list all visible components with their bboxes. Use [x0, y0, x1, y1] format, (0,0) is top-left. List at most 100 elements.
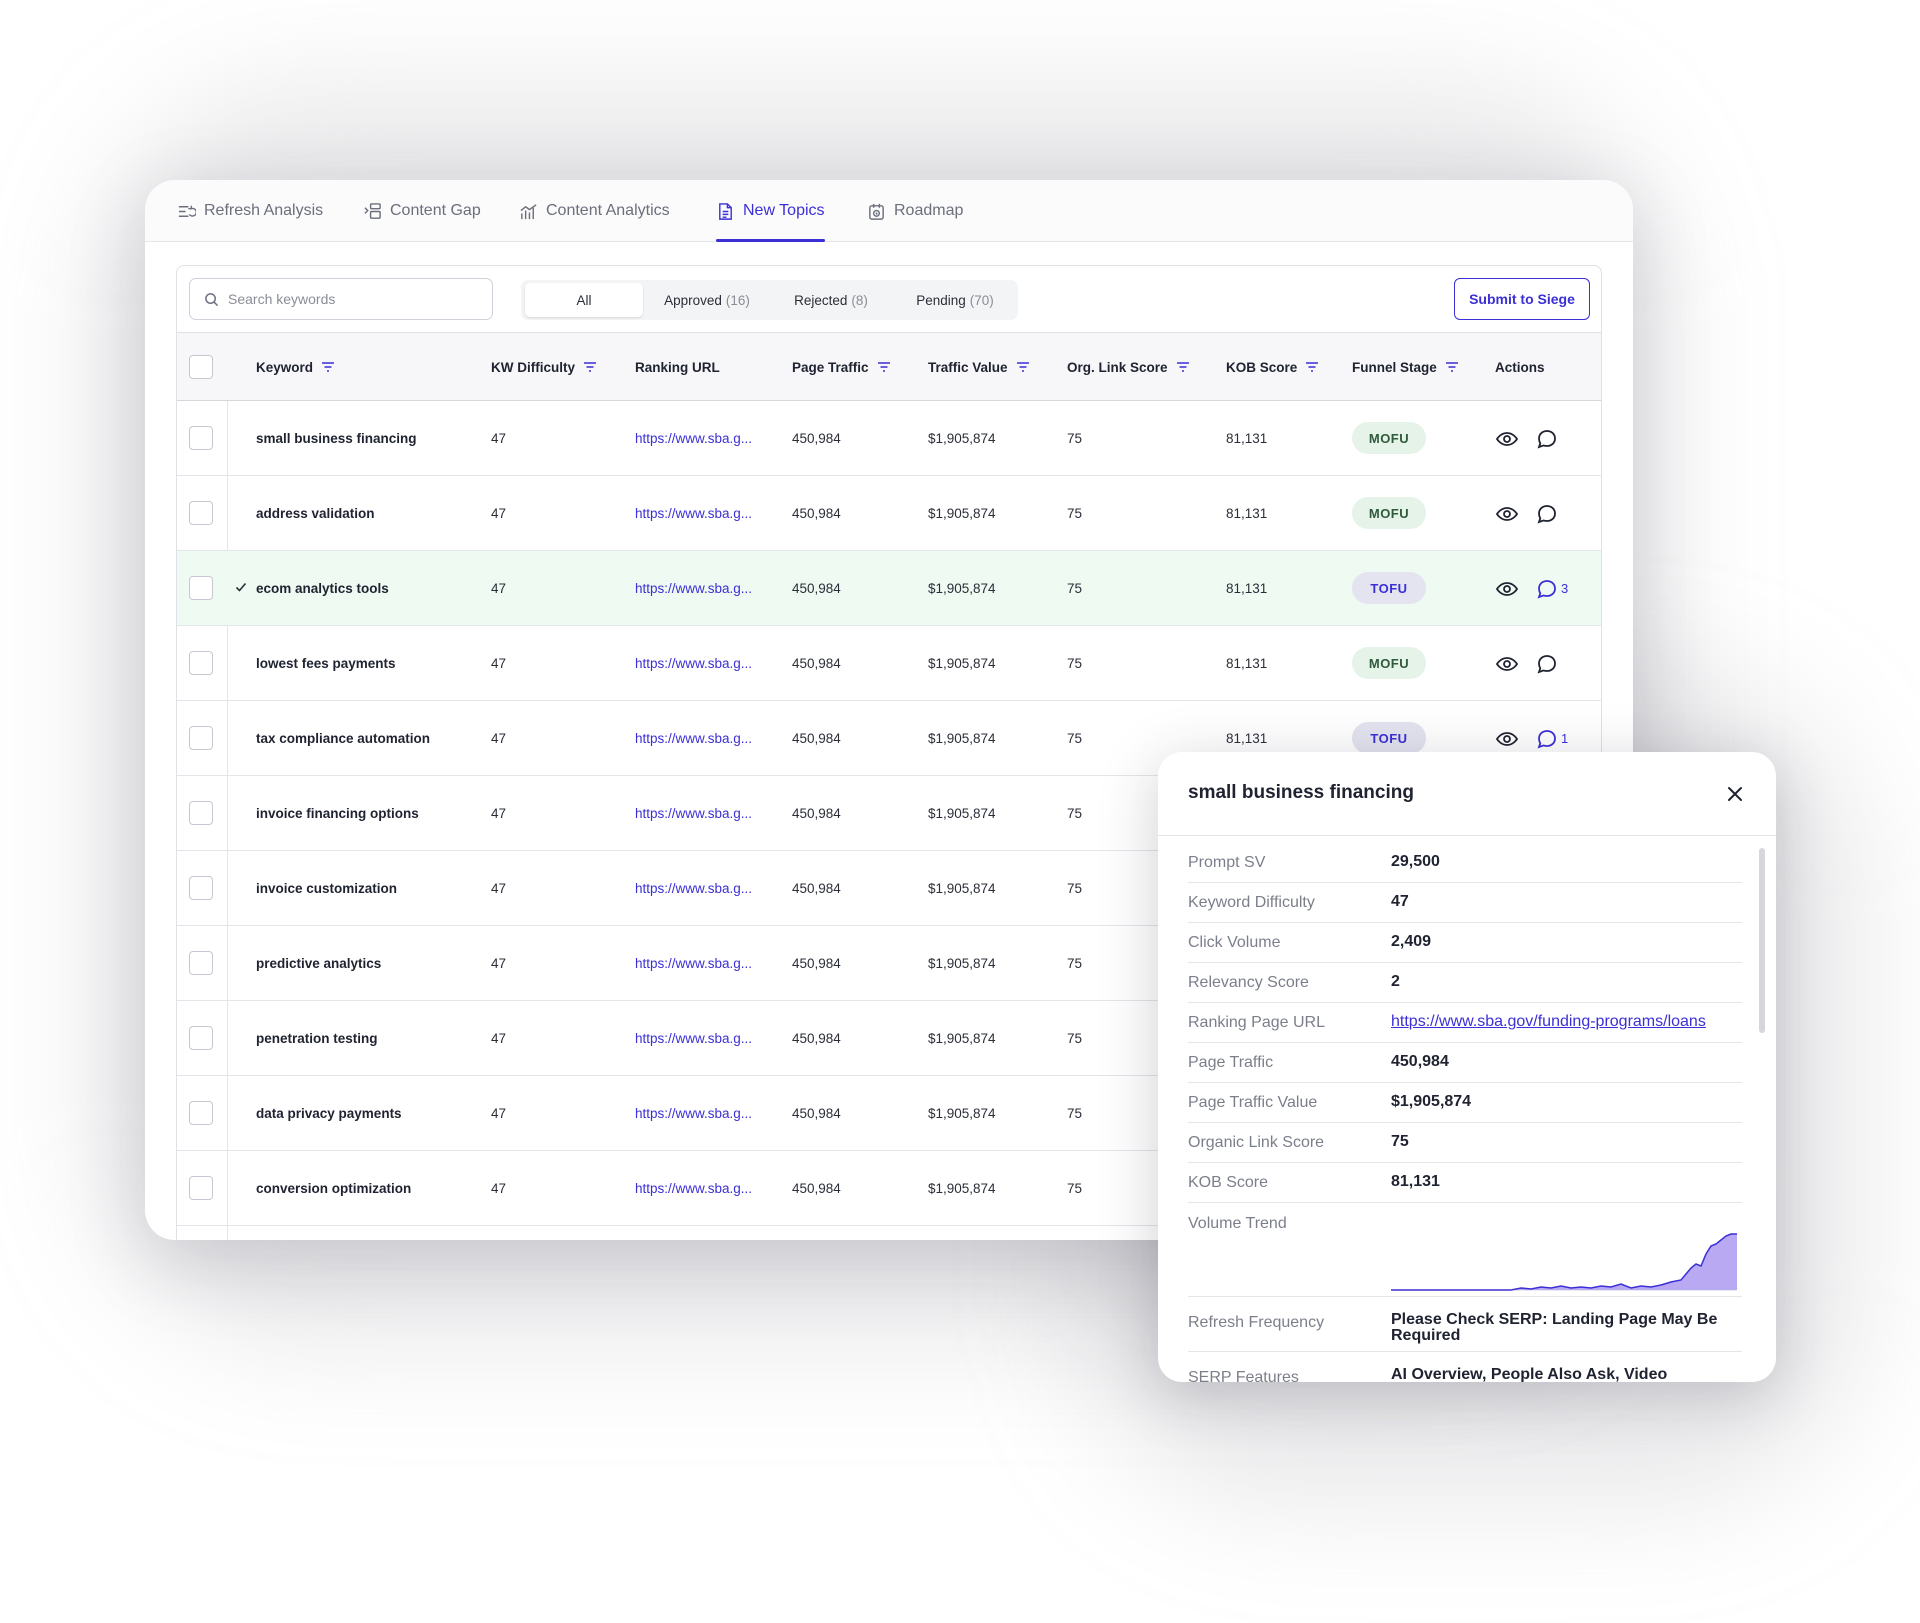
ranking-url-link[interactable]: https://www.sba.g... — [635, 1076, 752, 1151]
keyword-detail-card: small business financing Prompt SV 29,500… — [1158, 752, 1776, 1382]
kw-difficulty-cell: 47 — [491, 431, 507, 446]
row-checkbox[interactable] — [189, 951, 213, 975]
tab-new-topics[interactable]: New Topics — [716, 180, 825, 242]
row-checkbox[interactable] — [189, 501, 213, 525]
comment-icon — [1537, 729, 1556, 748]
row-checkbox[interactable] — [189, 876, 213, 900]
search-input[interactable] — [228, 291, 468, 307]
filter-count: (16) — [725, 292, 750, 308]
tab-roadmap[interactable]: Roadmap — [867, 180, 963, 242]
org-link-score-cell: 75 — [1067, 581, 1083, 596]
row-checkbox[interactable] — [189, 1026, 213, 1050]
filter-icon[interactable] — [321, 361, 335, 373]
field-label: SERP Features — [1188, 1369, 1299, 1382]
table-row[interactable]: ecom analytics tools 47 https://www.sba.g.… — [177, 551, 1601, 626]
status-filter: All Approved (16) Rejected (8) Pending (70) — [521, 280, 1018, 320]
tab-refresh-analysis[interactable]: Refresh Analysis — [177, 180, 323, 242]
col-funnel-stage[interactable]: Funnel Stage — [1352, 333, 1459, 401]
view-button[interactable] — [1495, 551, 1519, 626]
ranking-url-link[interactable]: https://www.sba.g... — [635, 701, 752, 776]
kw-difficulty-cell: 47 — [491, 1031, 507, 1046]
ranking-url-link[interactable]: https://www.sba.g... — [635, 926, 752, 1001]
col-ranking-url[interactable]: Ranking URL — [635, 333, 720, 401]
table-row[interactable]: lowest fees payments 47 https://www.sba.g.… — [177, 626, 1601, 701]
view-button[interactable] — [1495, 476, 1519, 551]
page-traffic-cell: 450,984 — [792, 881, 841, 896]
comment-count: 3 — [1561, 581, 1569, 596]
scrollbar[interactable] — [1759, 848, 1765, 1033]
kw-difficulty-cell: 47 — [491, 956, 507, 971]
comment-button[interactable]: 3 — [1535, 551, 1568, 626]
row-checkbox[interactable] — [189, 726, 213, 750]
tab-label: Refresh Analysis — [204, 202, 324, 219]
comment-button[interactable] — [1535, 476, 1559, 551]
filter-icon[interactable] — [1305, 361, 1319, 373]
col-keyword[interactable]: Keyword — [256, 333, 335, 401]
comment-button[interactable] — [1535, 626, 1559, 701]
filter-pending[interactable]: Pending (70) — [895, 283, 1015, 317]
keyword-cell: conversion optimization — [256, 1181, 412, 1196]
col-traffic-value[interactable]: Traffic Value — [928, 333, 1030, 401]
filter-icon[interactable] — [1176, 361, 1190, 373]
field-label: Click Volume — [1188, 934, 1281, 951]
filter-rejected[interactable]: Rejected (8) — [771, 283, 891, 317]
ranking-url-link[interactable]: https://www.sba.g... — [635, 776, 752, 851]
row-checkbox[interactable] — [189, 1176, 213, 1200]
page-traffic-cell: 450,984 — [792, 506, 841, 521]
col-kob-score[interactable]: KOB Score — [1226, 333, 1319, 401]
kob-score-cell: 81,131 — [1226, 506, 1268, 521]
table-row[interactable]: small business financing 47 https://www.sb… — [177, 401, 1601, 476]
select-all-checkbox[interactable] — [189, 355, 213, 379]
filter-icon[interactable] — [1445, 361, 1459, 373]
ranking-url-link[interactable]: https://www.sba.g... — [635, 476, 752, 551]
filter-icon[interactable] — [583, 361, 597, 373]
row-checkbox[interactable] — [189, 1101, 213, 1125]
view-button[interactable] — [1495, 401, 1519, 476]
field-value: 47 — [1391, 893, 1409, 910]
ranking-url-link[interactable]: https://www.sba.g... — [635, 1151, 752, 1226]
col-kw-difficulty[interactable]: KW Difficulty — [491, 333, 597, 401]
col-label: Traffic Value — [928, 359, 1008, 375]
comment-button[interactable] — [1535, 401, 1559, 476]
col-label: KW Difficulty — [491, 359, 575, 375]
submit-to-siege-button[interactable]: Submit to Siege — [1454, 278, 1590, 320]
ranking-url-link[interactable]: https://www.sba.g... — [635, 1001, 752, 1076]
detail-field: KOB Score 81,131 — [1188, 1163, 1742, 1203]
col-actions: Actions — [1495, 333, 1545, 401]
filter-label: Pending — [916, 292, 966, 308]
field-label: KOB Score — [1188, 1174, 1269, 1191]
ranking-url-link[interactable]: https://www.sba.g... — [635, 551, 752, 626]
keyword-cell: small business financing — [256, 431, 417, 446]
row-checkbox[interactable] — [189, 801, 213, 825]
row-checkbox[interactable] — [189, 576, 213, 600]
ranking-url-link[interactable]: https://www.sba.g... — [635, 626, 752, 701]
org-link-score-cell: 75 — [1067, 956, 1083, 971]
ranking-url-link[interactable]: https://www.sba.g... — [635, 851, 752, 926]
col-page-traffic[interactable]: Page Traffic — [792, 333, 891, 401]
detail-field: Click Volume 2,409 — [1188, 923, 1742, 963]
page-traffic-cell: 450,984 — [792, 656, 841, 671]
view-button[interactable] — [1495, 626, 1519, 701]
ranking-page-url-link[interactable]: https://www.sba.gov/funding-programs/loa… — [1391, 1014, 1741, 1030]
filter-approved[interactable]: Approved (16) — [647, 283, 767, 317]
col-org-link-score[interactable]: Org. Link Score — [1067, 333, 1190, 401]
tab-content-gap[interactable]: Content Gap — [363, 180, 481, 242]
filter-icon[interactable] — [1016, 361, 1030, 373]
comment-icon — [1537, 579, 1556, 598]
field-value: 29,500 — [1391, 853, 1440, 870]
row-checkbox[interactable] — [189, 426, 213, 450]
tab-content-analytics[interactable]: Content Analytics — [519, 180, 670, 242]
filter-icon[interactable] — [877, 361, 891, 373]
close-icon[interactable] — [1724, 783, 1746, 805]
traffic-value-cell: $1,905,874 — [928, 1031, 996, 1046]
table-row[interactable]: address validation 47 https://www.sba.g...… — [177, 476, 1601, 551]
row-checkbox[interactable] — [189, 651, 213, 675]
eye-icon — [1495, 431, 1519, 446]
org-link-score-cell: 75 — [1067, 1106, 1083, 1121]
filter-label: All — [576, 292, 592, 308]
filter-all[interactable]: All — [525, 283, 643, 317]
traffic-value-cell: $1,905,874 — [928, 581, 996, 596]
filter-count: (8) — [851, 292, 868, 308]
ranking-url-link[interactable]: https://www.sba.g... — [635, 401, 752, 476]
detail-volume-trend: Volume Trend — [1188, 1208, 1742, 1297]
